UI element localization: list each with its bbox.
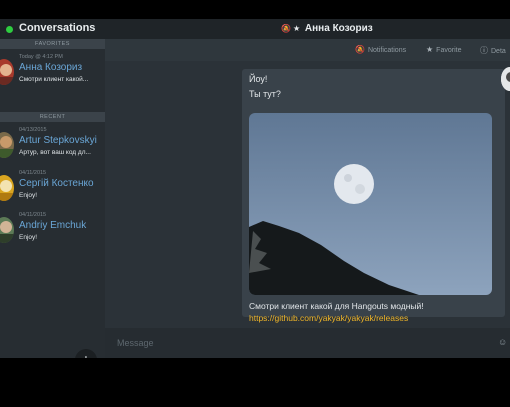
title-bar: Conversations 🔕 ★ Анна Козориз — [0, 19, 510, 39]
notifications-toggle[interactable]: 🔕 Notifications — [355, 45, 406, 54]
star-icon: ★ — [426, 45, 434, 54]
details-button[interactable]: ⓘ Deta — [480, 45, 506, 56]
favorite-toggle[interactable]: ★ Favorite — [426, 45, 461, 54]
release-link[interactable]: https://github.com/yakyak/yakyak/release… — [249, 313, 408, 323]
message-text: Ты тут? — [249, 89, 281, 99]
notifications-label: Notifications — [367, 47, 407, 54]
conversation-name: Сергій Костенко — [19, 178, 94, 189]
bell-off-icon: 🔕 — [355, 45, 365, 54]
conversation-name: Анна Козориз — [19, 62, 83, 73]
conversation-item-anna[interactable]: Today @ 4:12 PM Анна Козориз Смотри клие… — [0, 49, 105, 95]
online-status-dot — [6, 26, 13, 33]
message-caption: Смотри клиент какой для Hangouts модный! — [249, 301, 424, 311]
avatar — [0, 59, 14, 85]
chat-title-text: Анна Козориз — [304, 23, 373, 34]
message-text: Йоу! — [249, 74, 268, 84]
favorite-label: Favorite — [436, 47, 462, 54]
message-input[interactable] — [117, 336, 477, 350]
conversation-name: Andriy Emchuk — [19, 220, 87, 231]
sidebar: FAVORITES Today @ 4:12 PM Анна Козориз С… — [0, 39, 105, 358]
recent-header: RECENT — [0, 112, 105, 122]
add-conversation-button[interactable]: + — [75, 349, 97, 358]
bottom-letterbox — [0, 358, 510, 407]
info-icon: ⓘ — [480, 46, 488, 55]
app-window: Conversations 🔕 ★ Анна Козориз FAVORITES … — [0, 19, 510, 358]
conversations-title: Conversations — [19, 22, 96, 34]
chat-toolbar: 🔕 Notifications ★ Favorite ⓘ Deta — [105, 39, 510, 61]
conversation-name: Artur Stepkovskyi — [19, 135, 97, 146]
conversation-snippet: Артур, вот ваш код дл... — [19, 149, 91, 156]
star-icon: ★ — [292, 24, 301, 33]
favorites-header: FAVORITES — [0, 39, 105, 49]
chat-title: 🔕 ★ Анна Козориз — [281, 23, 373, 34]
conversation-snippet: Enjoy! — [19, 234, 38, 241]
bell-off-icon: 🔕 — [281, 24, 291, 33]
avatar — [0, 132, 14, 158]
message-photo[interactable] — [249, 113, 492, 295]
details-label: Deta — [491, 48, 506, 55]
conversation-snippet: Enjoy! — [19, 192, 38, 199]
avatar — [0, 217, 14, 243]
emoji-icon[interactable]: ☺ — [498, 337, 507, 347]
conversation-item-artur[interactable]: 04/13/2015 Artur Stepkovskyi Артур, вот … — [0, 122, 105, 168]
conversation-snippet: Смотри клиент какой... — [19, 76, 89, 83]
conversation-item-andriy[interactable]: 04/11/2015 Andriy Emchuk Enjoy! — [0, 207, 105, 253]
conversation-date: 04/11/2015 — [19, 212, 47, 218]
message-composer: ☺ — [105, 328, 510, 358]
conversation-date: Today @ 4:12 PM — [19, 54, 63, 60]
conversation-date: 04/11/2015 — [19, 170, 47, 176]
message-link-line: https://github.com/yakyak/yakyak/release… — [249, 313, 408, 323]
conversation-date: 04/13/2015 — [19, 127, 47, 133]
conversation-item-serhii[interactable]: 04/11/2015 Сергій Костенко Enjoy! — [0, 165, 105, 211]
message-bubble: Йоу! Ты тут? Смотри клиент какой для Han… — [242, 69, 505, 323]
chat-pane: 🔕 Notifications ★ Favorite ⓘ Deta Йоу! Ты т… — [105, 39, 510, 358]
top-letterbox — [0, 0, 510, 19]
avatar — [0, 175, 14, 201]
